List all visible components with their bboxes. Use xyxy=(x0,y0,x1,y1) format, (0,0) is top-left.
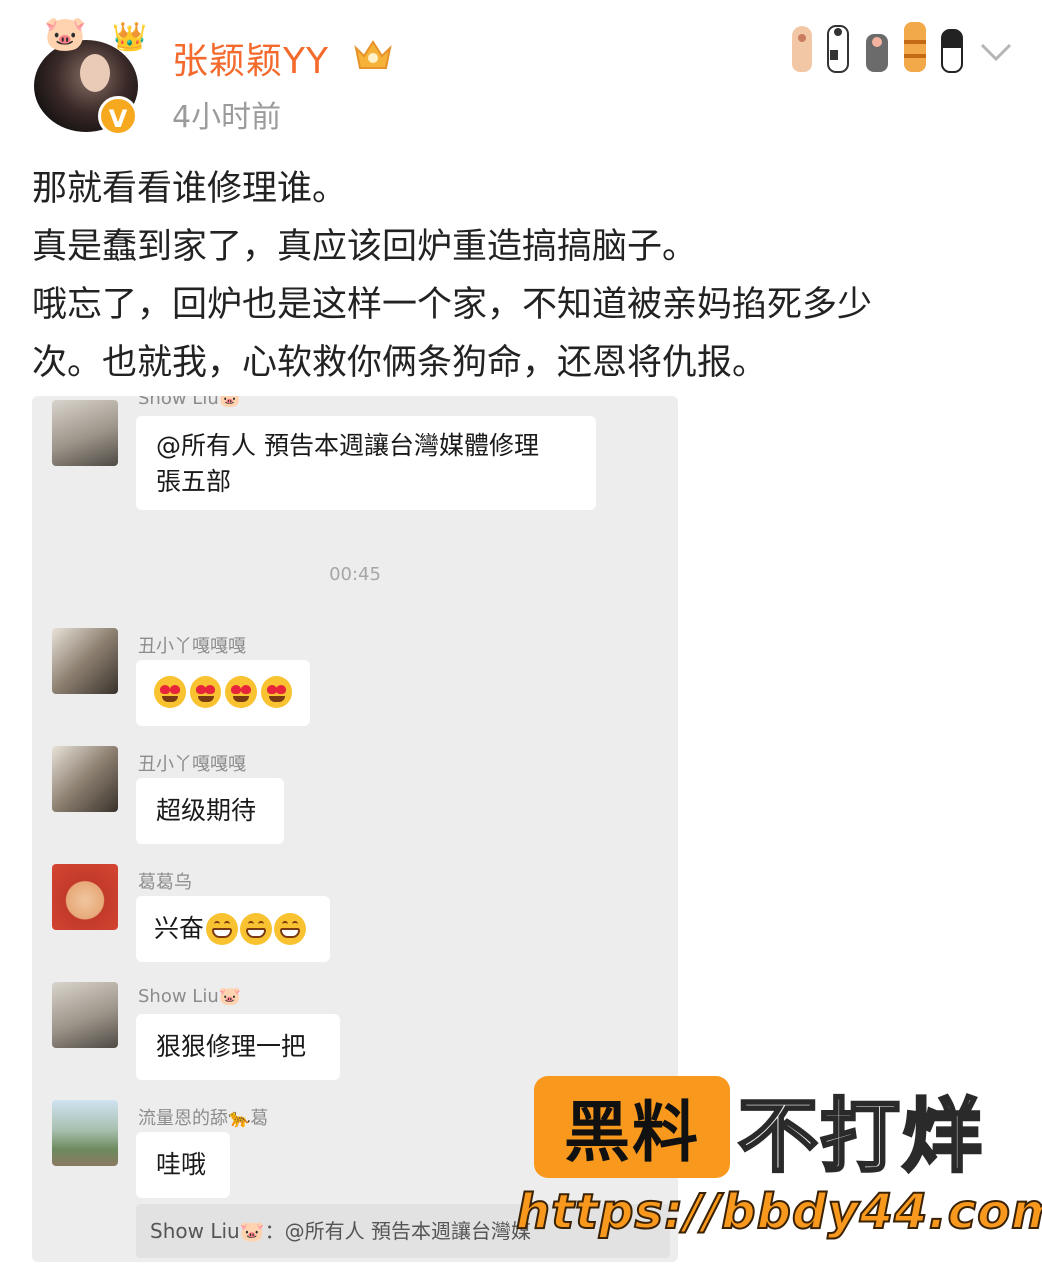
verified-badge-icon: V xyxy=(98,96,138,136)
chat-bubble: 超级期待 xyxy=(136,778,284,844)
chat-bubble-text: 兴奋 xyxy=(154,914,205,943)
chat-bubble: 狠狠修理一把 xyxy=(136,1014,340,1080)
chat-nickname: 丑小丫嘎嘎嘎 xyxy=(138,754,246,775)
chat-nickname: 流量恩的舔🐆葛 xyxy=(138,1108,269,1129)
post-line: 那就看看谁修理谁。 xyxy=(32,169,348,209)
post-line: 次。也就我，心软救你俩条狗命，还恩将仇报。 xyxy=(32,343,768,383)
chat-avatar xyxy=(52,864,118,930)
emoji-row xyxy=(154,676,292,708)
crown-sticker-icon: 👑 xyxy=(112,20,147,53)
watermark-text: 不打烊 xyxy=(737,1089,984,1185)
chat-avatar xyxy=(52,628,118,694)
chat-avatar xyxy=(52,400,118,466)
chat-nickname: 葛葛乌 xyxy=(138,872,192,893)
heart-eyes-emoji-icon xyxy=(154,676,186,708)
chat-bubble: 兴奋 xyxy=(136,896,330,962)
chat-avatar xyxy=(52,1100,118,1166)
username[interactable]: 张颖颖YY xyxy=(172,32,329,84)
chat-bubble: @所有人 預告本週讓台灣媒體修理 張五部 xyxy=(136,416,596,510)
chevron-down-icon[interactable] xyxy=(976,36,1016,66)
post-line: 真是蠢到家了，真应该回炉重造搞搞脑子。 xyxy=(32,227,698,267)
post-body: 那就看看谁修理谁。 真是蠢到家了，真应该回炉重造搞搞脑子。 哦忘了，回炉也是这样… xyxy=(32,160,1022,392)
avatar-face xyxy=(80,54,110,92)
grin-emoji-icon xyxy=(240,913,273,945)
post-line: 哦忘了，回炉也是这样一个家，不知道被亲妈掐死多少 xyxy=(32,285,873,325)
heart-eyes-emoji-icon xyxy=(189,676,221,708)
post-timestamp: 4小时前 xyxy=(172,100,282,135)
member-crown-icon[interactable] xyxy=(352,36,394,72)
grin-emoji-icon xyxy=(274,913,307,945)
chat-bubble-text: @所有人 預告本週讓台灣媒體修理 xyxy=(156,431,539,460)
chat-nickname: Show Liu🐷 xyxy=(138,986,242,1007)
chat-time-divider: 00:45 xyxy=(329,564,381,585)
heart-eyes-emoji-icon xyxy=(225,676,257,708)
cat-paws-decoration-icon xyxy=(792,22,963,73)
chat-nickname: 丑小丫嘎嘎嘎 xyxy=(138,636,246,657)
chat-bubble-text: 張五部 xyxy=(156,467,232,496)
pig-sticker-icon: 🐷 xyxy=(44,14,87,54)
chat-bubble xyxy=(136,660,310,726)
chat-nickname: Show Liu🐷 xyxy=(138,396,242,409)
grin-emoji-icon xyxy=(206,913,239,945)
heart-eyes-emoji-icon xyxy=(260,676,292,708)
chat-avatar xyxy=(52,982,118,1048)
watermark-url: https://bbdy44.com xyxy=(515,1183,1042,1241)
chat-avatar xyxy=(52,746,118,812)
chat-bubble: 哇哦 xyxy=(136,1132,230,1198)
watermark-logo-box: 黑料 xyxy=(534,1076,730,1178)
